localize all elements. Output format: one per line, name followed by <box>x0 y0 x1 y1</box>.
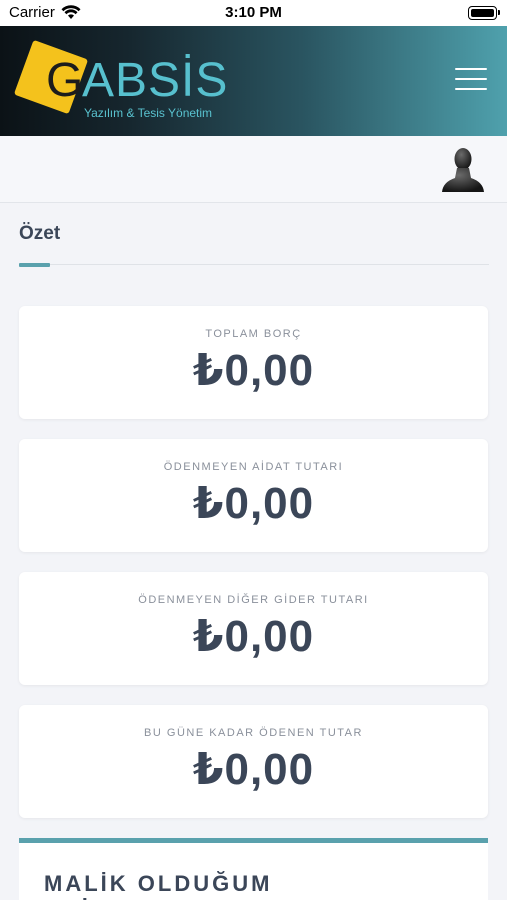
stat-label: ÖDENMEYEN AİDAT TUTARI <box>163 461 344 473</box>
unpaid-other-expenses-card: ÖDENMEYEN DİĞER GİDER TUTARI ₺0,00 <box>19 572 488 685</box>
logo-wordmark: ABSİS <box>82 54 229 107</box>
stat-label: TOPLAM BORÇ <box>205 328 302 340</box>
page-title: Özet <box>19 223 61 244</box>
stat-value: ₺0,00 <box>192 612 315 661</box>
user-avatar-icon[interactable] <box>441 146 485 194</box>
logo-subtitle: Yazılım & Tesis Yönetim <box>84 106 213 120</box>
unpaid-dues-card: ÖDENMEYEN AİDAT TUTARI ₺0,00 <box>19 439 488 552</box>
hamburger-menu-icon[interactable] <box>455 66 487 92</box>
user-bar <box>0 136 507 203</box>
battery-icon <box>468 6 500 20</box>
stat-value: ₺0,00 <box>192 745 315 794</box>
app-header: G ABSİS Yazılım & Tesis Yönetim <box>0 26 507 136</box>
title-divider <box>19 264 489 265</box>
paid-to-date-card: BU GÜNE KADAR ÖDENEN TUTAR ₺0,00 <box>19 705 488 818</box>
stat-label: ÖDENMEYEN DİĞER GİDER TUTARI <box>138 594 369 606</box>
section-heading: MALİK OLDUĞUM DAİRELER <box>44 871 273 900</box>
logo-initial: G <box>46 54 84 107</box>
total-debt-card: TOPLAM BORÇ ₺0,00 <box>19 306 488 419</box>
stat-label: BU GÜNE KADAR ÖDENEN TUTAR <box>144 727 363 739</box>
status-time: 3:10 PM <box>225 4 282 21</box>
stat-value: ₺0,00 <box>192 346 315 395</box>
status-bar: Carrier 3:10 PM <box>0 0 507 26</box>
title-accent-bar <box>19 263 50 267</box>
stat-value: ₺0,00 <box>192 479 315 528</box>
owned-apartments-section: MALİK OLDUĞUM DAİRELER <box>19 838 488 900</box>
